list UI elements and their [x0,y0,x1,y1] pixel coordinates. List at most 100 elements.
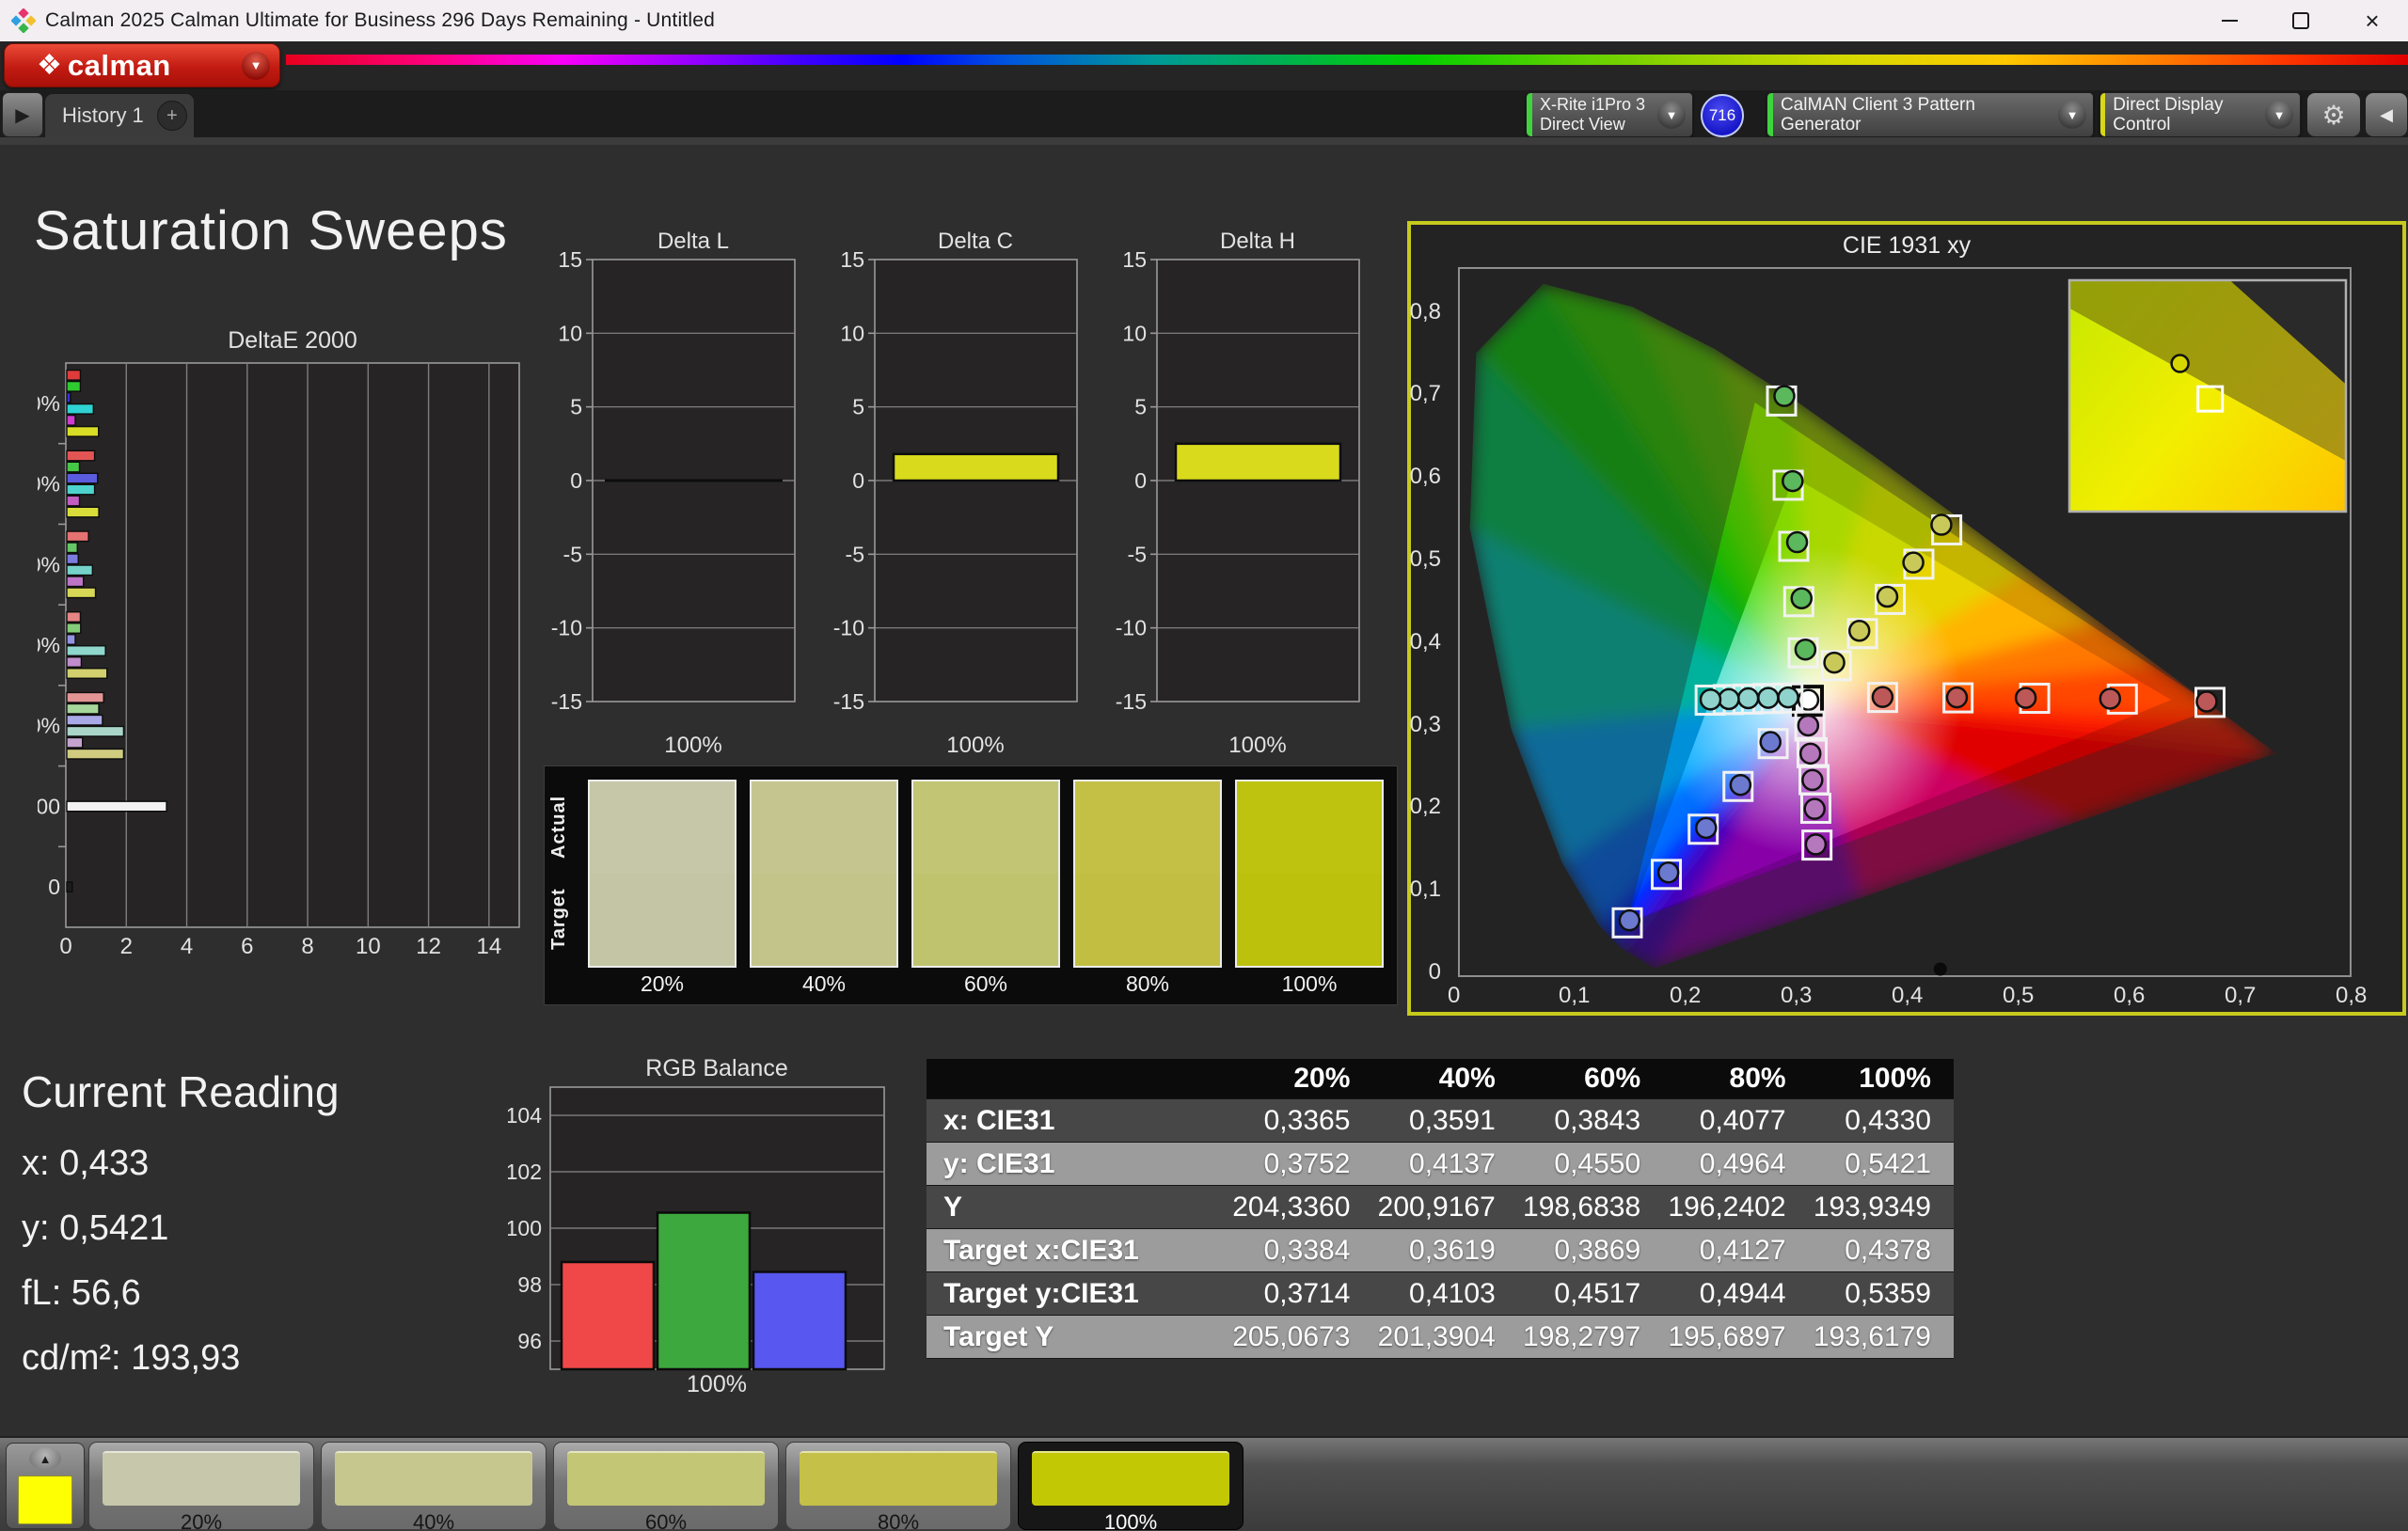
delta-c-chart: Delta C151050-5-10-15100% [832,226,1096,766]
cie-1931-panel: CIE 1931 xy 0,80,70,60,50,40,30,20,1000,… [1407,221,2406,1016]
calman-menu-button[interactable]: ❖ calman ▼ [4,43,280,87]
cie-measured-point-cyan [1701,689,1720,709]
swatch-color [1073,780,1222,968]
table-cell: 193,6179 [1809,1321,1954,1353]
current-reading-value: cd/m²: 193,93 [22,1338,340,1379]
nav-forward-button[interactable]: ▶ [2,92,43,137]
minimize-icon [2222,20,2238,22]
swatch-label: 20% [588,971,737,997]
current-reading-value: fL: 56,6 [22,1273,340,1314]
swatch-label: 100% [1235,971,1384,997]
restore-button[interactable] [2265,0,2337,41]
svg-text:0: 0 [570,468,582,493]
table-cell: 0,4330 [1809,1105,1954,1137]
cie-measured-point-blue [1761,733,1781,752]
tab-bar: ▶ History 1 + X-Rite i1Pro 3 Direct View… [0,90,2408,137]
close-button[interactable]: × [2337,0,2408,41]
current-reading-value: x: 0,433 [22,1144,340,1184]
svg-text:2: 2 [120,934,133,959]
calman-logo-icon: ❖ [37,49,62,82]
actual-target-swatch-strip: Actual Target 20%40%60%80%100% [544,766,1398,1005]
pattern-window-toggle-button[interactable]: ▲ [6,1443,85,1529]
calman-logo-text: calman [68,49,171,83]
pattern-generator-dropdown[interactable]: CalMAN Client 3 Pattern Generator ▼ [1766,92,2094,137]
pattern-label: 80% [786,1510,1010,1531]
cie-measured-point-cyan [1719,689,1738,709]
table-row-label: Target x:CIE31 [927,1235,1228,1267]
pattern-button-80%[interactable]: 80% [785,1442,1011,1530]
meter-status-edge [1527,93,1532,136]
svg-text:-10: -10 [833,616,864,640]
table-row: Target x:CIE310,33840,36190,38690,41270,… [927,1229,1954,1272]
table-cell: 0,3365 [1228,1105,1372,1137]
svg-text:-15: -15 [833,689,864,714]
cie-measured-point-yellow [1904,553,1924,573]
minimize-button[interactable] [2194,0,2265,41]
svg-text:10: 10 [840,321,864,345]
pattern-status-edge [1767,93,1773,136]
swatch-color [750,780,898,968]
cie-measured-point-magenta [1806,834,1826,854]
cie-y-tick: 0,3 [1410,712,1441,738]
cie-measured-point-yellow [1849,621,1869,640]
svg-text:-5: -5 [563,542,582,566]
settings-button[interactable]: ⚙ [2306,92,2361,137]
current-reading-lines: x: 0,433y: 0,5421fL: 56,6cd/m²: 193,93 [22,1144,340,1379]
table-cell: 204,3360 [1228,1192,1372,1223]
pattern-generator-label: CalMAN Client 3 Pattern Generator [1781,95,2058,134]
table-cell: 0,3714 [1228,1278,1372,1310]
cie-measured-point-cyan [1779,687,1798,707]
swatch-label: 40% [750,971,898,997]
svg-text:-5: -5 [1128,542,1147,566]
table-row-label: y: CIE31 [927,1148,1228,1180]
add-tab-button[interactable]: + [157,101,187,131]
table-row: Target y:CIE310,37140,41030,45170,49440,… [927,1272,1954,1316]
table-col-header: 100% [1809,1063,1954,1095]
pattern-button-40%[interactable]: 40% [321,1442,547,1530]
target-row-label: Target [548,872,578,966]
table-cell: 0,5359 [1809,1278,1954,1310]
svg-text:12: 12 [416,934,441,959]
svg-text:80%: 80% [38,472,60,497]
svg-text:100%: 100% [687,1371,747,1397]
pattern-button-100%[interactable]: 100% [1018,1442,1244,1530]
cie-measured-point-green [1782,471,1802,491]
collapse-panel-button[interactable]: ◀ [2365,92,2408,137]
cie-measured-point-cyan [1758,688,1778,708]
meter-dropdown[interactable]: X-Rite i1Pro 3 Direct View ▼ [1526,92,1693,137]
cie-measured-point-cyan [1738,688,1758,708]
display-status-edge [2100,93,2105,136]
cie-measured-point-magenta [1802,770,1822,790]
svg-text:100%: 100% [946,733,1004,758]
swatch-cell: 100% [1235,780,1384,996]
pattern-swatch [103,1451,300,1506]
table-col-header: 60% [1518,1063,1663,1095]
delta-h-chart: Delta H151050-5-10-15100% [1115,226,1378,766]
cie-x-tick: 0,8 [2336,983,2367,1009]
svg-text:-10: -10 [551,616,582,640]
pattern-button-60%[interactable]: 60% [553,1442,779,1530]
svg-text:-10: -10 [1116,616,1147,640]
chevron-down-icon: ▼ [1657,101,1686,129]
svg-text:-15: -15 [551,689,582,714]
svg-text:0: 0 [59,934,71,959]
close-icon: × [2365,8,2379,33]
cie-y-tick: 0,7 [1410,381,1441,407]
pattern-button-20%[interactable]: 20% [88,1442,314,1530]
table-row: x: CIE310,33650,35910,38430,40770,4330 [927,1099,1954,1143]
rainbow-strip [286,55,2408,65]
current-reading-block: Current Reading x: 0,433y: 0,5421fL: 56,… [22,1066,340,1403]
display-control-label: Direct Display Control [2113,95,2265,134]
cie-measured-point-blue [1620,910,1640,930]
svg-text:15: 15 [558,247,582,272]
svg-text:0: 0 [852,468,864,493]
meter-count-badge[interactable]: 716 [1701,94,1744,137]
pattern-swatch [567,1451,765,1506]
display-control-dropdown[interactable]: Direct Display Control ▼ [2099,92,2301,137]
cie-x-tick: 0 [1448,983,1460,1009]
cie-measured-point-red [1947,687,1967,707]
table-cell: 0,4127 [1663,1235,1808,1267]
cie-chart-title: CIE 1931 xy [1411,232,2402,260]
svg-text:98: 98 [517,1272,542,1297]
tab-history-1[interactable]: History 1 + [45,94,194,137]
